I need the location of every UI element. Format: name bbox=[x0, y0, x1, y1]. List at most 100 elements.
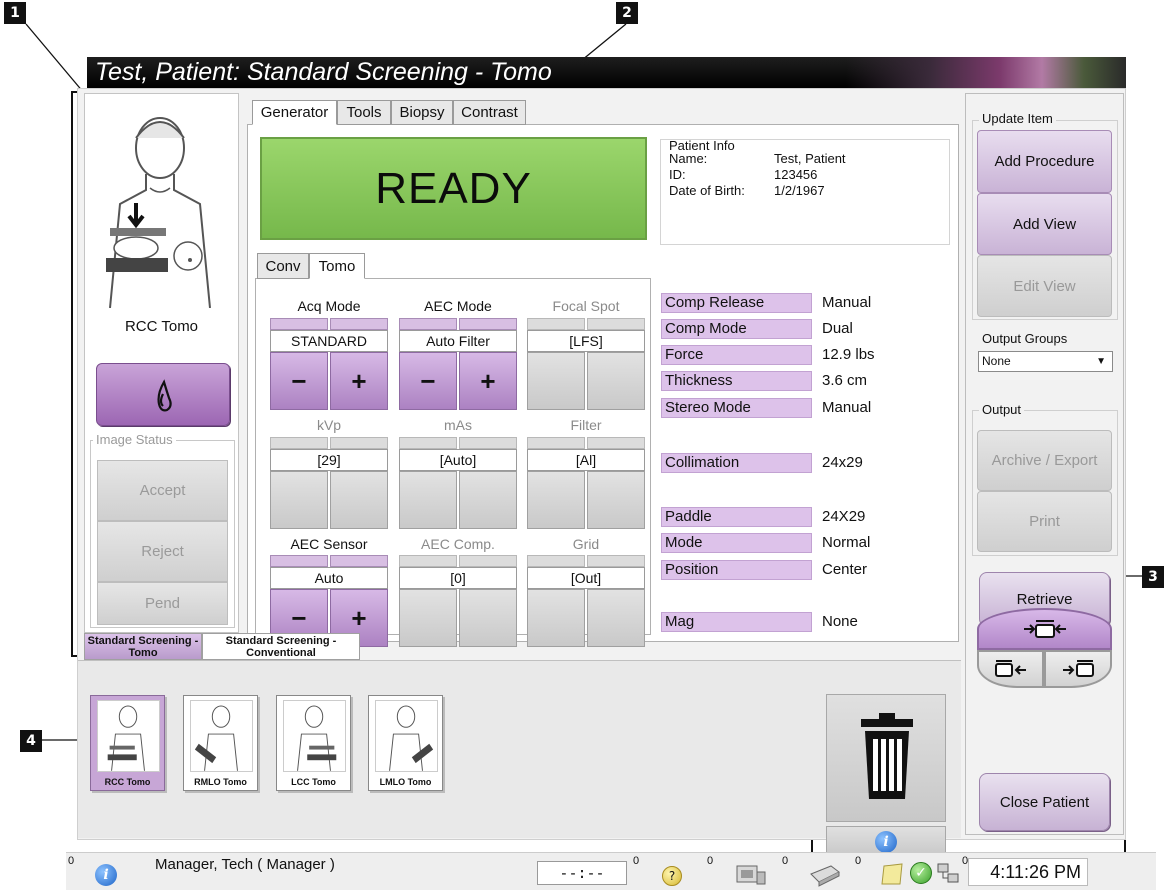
subtab-conv[interactable]: Conv bbox=[257, 253, 309, 279]
mas-right-button bbox=[459, 471, 517, 529]
thumbnail-label: LCC Tomo bbox=[291, 777, 336, 787]
status-count-help: 0 bbox=[633, 855, 640, 867]
breast-view-icon bbox=[97, 700, 160, 772]
add-view-button[interactable]: Add View bbox=[977, 193, 1112, 255]
thumbnail-lmlo-tomo[interactable]: LMLO Tomo bbox=[368, 695, 443, 791]
thumbnail-lcc-tomo[interactable]: LCC Tomo bbox=[276, 695, 351, 791]
id-label: ID: bbox=[669, 167, 686, 182]
paddle-shift-right-button[interactable] bbox=[1044, 650, 1112, 688]
procedure-tab-conventional[interactable]: Standard Screening - Conventional bbox=[202, 633, 360, 660]
procedure-tab-tomo[interactable]: Standard Screening - Tomo bbox=[84, 633, 202, 660]
flame-icon bbox=[157, 379, 172, 412]
patient-dob: 1/2/1967 bbox=[774, 183, 825, 198]
filter-right-button bbox=[587, 471, 645, 529]
thumbnail-rcc-tomo[interactable]: RCC Tomo bbox=[90, 695, 165, 791]
breast-view-icon bbox=[283, 700, 346, 772]
output-groups-select[interactable]: None ▼ bbox=[978, 351, 1113, 372]
aec-comp-label: AEC Comp. bbox=[421, 536, 495, 552]
setting-key-thickness: Thickness bbox=[661, 371, 812, 391]
grid-control: [Out] bbox=[527, 555, 645, 647]
patient-name: Test, Patient bbox=[774, 151, 846, 166]
tab-tools[interactable]: Tools bbox=[337, 100, 391, 125]
acq-mode-plus-button[interactable]: + bbox=[330, 352, 388, 410]
mas-control: [Auto] bbox=[399, 437, 517, 529]
kvp-control: [29] bbox=[270, 437, 388, 529]
aec-comp-control: [0] bbox=[399, 555, 517, 647]
current-user[interactable]: Manager, Tech ( Manager ) bbox=[155, 856, 335, 873]
close-patient-button[interactable]: Close Patient bbox=[979, 773, 1110, 831]
window-title-bar: Test, Patient: Standard Screening - Tomo bbox=[87, 57, 1126, 88]
mas-value: [Auto] bbox=[399, 449, 517, 471]
edit-view-button[interactable]: Edit View bbox=[977, 255, 1112, 317]
printer-icon[interactable] bbox=[805, 860, 843, 888]
aec-mode-label: AEC Mode bbox=[424, 298, 492, 314]
setting-key-stereo-mode: Stereo Mode bbox=[661, 398, 812, 418]
paddle-shift-center-button[interactable] bbox=[977, 608, 1112, 650]
expose-button[interactable] bbox=[96, 363, 230, 426]
tab-contrast[interactable]: Contrast bbox=[453, 100, 526, 125]
setting-key-paddle: Paddle bbox=[661, 507, 812, 527]
status-count-device: 0 bbox=[707, 855, 714, 867]
setting-value-mag: None bbox=[822, 613, 858, 630]
reject-button[interactable]: Reject bbox=[97, 521, 228, 582]
paddle-shift-left-button[interactable] bbox=[977, 650, 1044, 688]
add-procedure-button[interactable]: Add Procedure bbox=[977, 130, 1112, 193]
aec-mode-minus-button[interactable]: − bbox=[399, 352, 457, 410]
filter-label: Filter bbox=[570, 417, 602, 433]
help-icon[interactable]: ? bbox=[662, 866, 682, 886]
filter-control: [Al] bbox=[527, 437, 645, 529]
setting-key-comp-release: Comp Release bbox=[661, 293, 812, 313]
setting-value-force: 12.9 lbs bbox=[822, 346, 875, 363]
aec-mode-plus-button[interactable]: + bbox=[459, 352, 517, 410]
setting-key-collimation: Collimation bbox=[661, 453, 812, 473]
print-button[interactable]: Print bbox=[977, 491, 1112, 552]
breast-view-icon bbox=[375, 700, 438, 772]
thumbnail-rmlo-tomo[interactable]: RMLO Tomo bbox=[183, 695, 258, 791]
trash-icon bbox=[861, 713, 913, 799]
paddle-shift-left-icon bbox=[994, 660, 1026, 677]
check-icon[interactable]: ✓ bbox=[910, 862, 932, 884]
pend-button[interactable]: Pend bbox=[97, 582, 228, 625]
mas-left-button bbox=[399, 471, 457, 529]
exposure-timer: --:-- bbox=[537, 861, 627, 885]
ready-indicator: READY bbox=[260, 137, 647, 240]
filter-left-button bbox=[527, 471, 585, 529]
tab-generator[interactable]: Generator bbox=[252, 100, 337, 125]
accept-button[interactable]: Accept bbox=[97, 460, 228, 521]
aec-comp-value: [0] bbox=[399, 567, 517, 589]
status-count-notes: 0 bbox=[855, 855, 862, 867]
aec-mode-control: Auto Filter − + bbox=[399, 318, 517, 410]
focal-spot-left-button bbox=[527, 352, 585, 410]
grid-left-button bbox=[527, 589, 585, 647]
info-icon: i bbox=[875, 830, 897, 853]
title-decoration bbox=[846, 57, 1126, 88]
device-icon[interactable] bbox=[733, 862, 767, 888]
status-count-alerts: 0 bbox=[68, 855, 75, 867]
thumbnail-label: LMLO Tomo bbox=[379, 777, 432, 787]
delete-view-button[interactable] bbox=[826, 694, 946, 822]
tab-biopsy[interactable]: Biopsy bbox=[391, 100, 453, 125]
info-icon[interactable]: i bbox=[95, 864, 117, 886]
subtab-tomo[interactable]: Tomo bbox=[309, 253, 365, 279]
archive-export-button[interactable]: Archive / Export bbox=[977, 430, 1112, 491]
thumbnail-label: RMLO Tomo bbox=[194, 777, 247, 787]
filter-value: [Al] bbox=[527, 449, 645, 471]
setting-key-comp-mode: Comp Mode bbox=[661, 319, 812, 339]
network-icon[interactable] bbox=[934, 860, 962, 888]
callout-2: 2 bbox=[616, 2, 638, 24]
kvp-value: [29] bbox=[270, 449, 388, 471]
output-groups-legend: Output Groups bbox=[979, 331, 1071, 346]
output-groups-selected: None bbox=[982, 354, 1011, 368]
current-view-label: RCC Tomo bbox=[124, 318, 199, 335]
setting-key-force: Force bbox=[661, 345, 812, 365]
paddle-shift-icon bbox=[1023, 620, 1066, 638]
breast-view-icon bbox=[190, 700, 253, 772]
acq-mode-minus-button[interactable]: − bbox=[270, 352, 328, 410]
callout-3: 3 bbox=[1142, 566, 1164, 588]
mas-label: mAs bbox=[444, 417, 472, 433]
acq-mode-value: STANDARD bbox=[270, 330, 388, 352]
setting-value-comp-release: Manual bbox=[822, 294, 872, 311]
output-legend: Output bbox=[979, 402, 1025, 417]
setting-value-position: Center bbox=[822, 561, 868, 578]
notes-icon[interactable] bbox=[880, 862, 906, 886]
